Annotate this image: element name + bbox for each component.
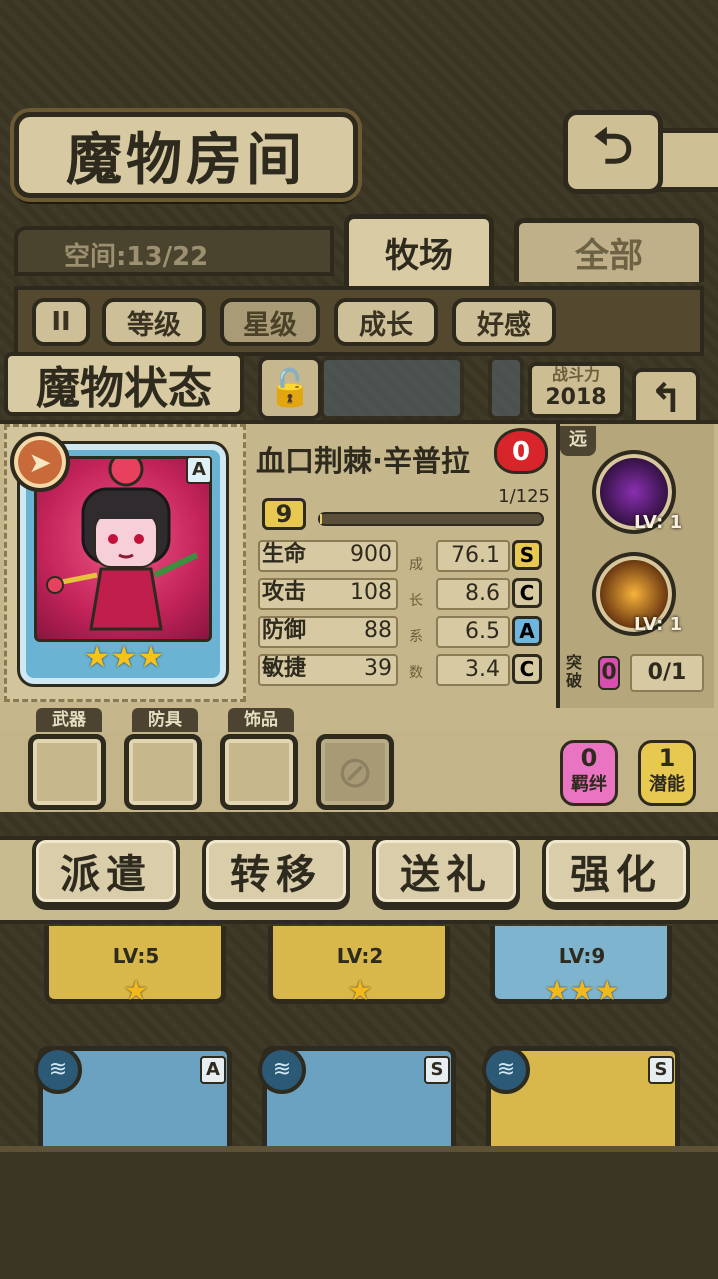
star-rating: ★★★ bbox=[83, 640, 165, 675]
lock-button[interactable]: 🔓 bbox=[258, 356, 322, 420]
background-monster-card bbox=[320, 356, 464, 420]
growth-value: 3.4 bbox=[436, 654, 510, 686]
page-title: 魔物房间 bbox=[14, 112, 358, 198]
background-monster-card bbox=[488, 356, 524, 420]
level-badge: 9 bbox=[262, 498, 306, 530]
back-button-extension bbox=[655, 128, 718, 192]
list-grade-badge: A bbox=[200, 1056, 226, 1084]
growth-label-char: 系 bbox=[409, 629, 423, 645]
sort-star-button[interactable]: 星级 bbox=[220, 298, 320, 346]
element-type-badge: ➤ bbox=[10, 432, 70, 492]
tab-ranch[interactable]: 牧场 bbox=[344, 214, 494, 286]
weapon-slot[interactable] bbox=[28, 734, 106, 810]
breakthrough-count: 0 bbox=[598, 656, 620, 690]
locked-slot: ⊘ bbox=[316, 734, 394, 810]
list-grade-badge: S bbox=[424, 1056, 450, 1084]
sort-affection-button[interactable]: 好感 bbox=[452, 298, 556, 346]
pause-button[interactable]: II bbox=[32, 298, 90, 346]
combat-power-box: 战斗力 2018 bbox=[528, 362, 624, 418]
list-card-stars: ★ bbox=[347, 974, 373, 1007]
sort-growth-button[interactable]: 成长 bbox=[334, 298, 438, 346]
combat-power-value: 2018 bbox=[545, 385, 607, 410]
list-card-stars: ★★★ bbox=[544, 974, 620, 1007]
potential-label: 潜能 bbox=[649, 774, 685, 795]
padlock-icon: 🔓 bbox=[267, 368, 313, 409]
bond-label: 羁绊 bbox=[571, 774, 607, 795]
enhance-button[interactable]: 强化 bbox=[542, 836, 690, 906]
stat-value: 900 bbox=[350, 542, 392, 567]
breakthrough-label: 突破 bbox=[566, 653, 583, 690]
growth-value: 6.5 bbox=[436, 616, 510, 648]
armor-slot[interactable] bbox=[124, 734, 202, 810]
water-element-icon: ≋ bbox=[34, 1046, 82, 1094]
monster-portrait-art bbox=[46, 459, 199, 631]
return-icon: ⮌ bbox=[592, 116, 634, 175]
growth-rank: A bbox=[512, 616, 542, 646]
exp-bar bbox=[318, 512, 544, 526]
growth-rank: C bbox=[512, 654, 542, 684]
growth-rank: C bbox=[512, 578, 542, 608]
affection-heart[interactable]: 0 bbox=[494, 428, 548, 474]
sort-level-button[interactable]: 等级 bbox=[102, 298, 206, 346]
bond-count: 0 bbox=[580, 744, 598, 772]
growth-label-char: 长 bbox=[409, 593, 423, 609]
space-counter: 空间:13/22 bbox=[14, 226, 334, 276]
arrow-type-icon: ➤ bbox=[28, 445, 52, 479]
growth-label-char: 数 bbox=[409, 665, 423, 681]
potential-button[interactable]: 1 潜能 bbox=[638, 740, 696, 806]
gift-button[interactable]: 送礼 bbox=[372, 836, 520, 906]
growth-rank: S bbox=[512, 540, 542, 570]
water-element-icon: ≋ bbox=[482, 1046, 530, 1094]
dispatch-button[interactable]: 派遣 bbox=[32, 836, 180, 906]
grade-badge: A bbox=[186, 456, 212, 484]
water-element-icon: ≋ bbox=[258, 1046, 306, 1094]
accessory-slot[interactable] bbox=[220, 734, 298, 810]
transfer-button[interactable]: 转移 bbox=[202, 836, 350, 906]
equip-label-armor: 防具 bbox=[132, 708, 198, 732]
equip-label-weapon: 武器 bbox=[36, 708, 102, 732]
skill-level: LV: 1 bbox=[634, 512, 683, 533]
monster-portrait bbox=[34, 456, 212, 642]
bottom-frame bbox=[0, 1146, 718, 1279]
exp-text: 1/125 bbox=[498, 486, 550, 507]
list-card-level: LV:5 bbox=[112, 944, 160, 968]
exp-bar-fill bbox=[320, 514, 322, 524]
monster-status-label: 魔物状态 bbox=[4, 352, 244, 416]
stat-value: 39 bbox=[364, 656, 392, 681]
stat-value: 88 bbox=[364, 618, 392, 643]
list-card-level: LV:9 bbox=[558, 944, 606, 968]
back-button[interactable]: ⮌ bbox=[563, 110, 663, 194]
return-arrow-icon: ↰ bbox=[649, 376, 683, 422]
range-tag: 远 bbox=[560, 426, 596, 456]
tab-all[interactable]: 全部 bbox=[514, 218, 704, 282]
list-card-stars: ★ bbox=[123, 974, 149, 1007]
list-grade-badge: S bbox=[648, 1056, 674, 1084]
equip-label-accessory: 饰品 bbox=[228, 708, 294, 732]
breakthrough-progress: 0/1 bbox=[630, 654, 704, 692]
skill-level: LV: 1 bbox=[634, 614, 683, 635]
bond-button[interactable]: 0 羁绊 bbox=[560, 740, 618, 806]
potential-count: 1 bbox=[658, 744, 676, 772]
growth-value: 8.6 bbox=[436, 578, 510, 610]
list-card-level: LV:2 bbox=[336, 944, 384, 968]
prohibited-icon: ⊘ bbox=[336, 746, 374, 798]
combat-power-label: 战斗力 bbox=[551, 365, 600, 384]
growth-label-char: 成 bbox=[409, 557, 423, 573]
growth-value: 76.1 bbox=[436, 540, 510, 572]
stat-value: 108 bbox=[350, 580, 392, 605]
